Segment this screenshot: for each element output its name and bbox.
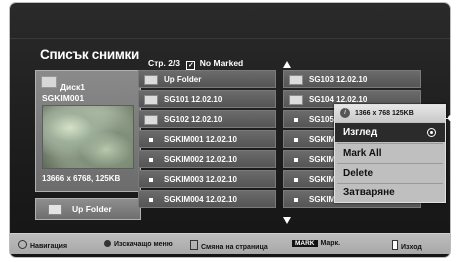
file-label: SG104 12.02.10: [309, 95, 368, 104]
up-folder-button[interactable]: Up Folder: [35, 198, 141, 220]
popup-file-info: i 1366 x 768 125KB: [335, 105, 445, 122]
photo-icon: [294, 118, 298, 122]
page-key-icon: [190, 240, 198, 250]
photo-icon: [149, 198, 153, 202]
callout-dot: [448, 115, 454, 121]
menu-item-mark-all[interactable]: Mark All: [335, 144, 445, 163]
file-cell[interactable]: SG101 12.02.10: [138, 90, 276, 108]
footer-exit: Изход: [392, 240, 422, 251]
menu-item-close[interactable]: Затваряне: [335, 183, 445, 202]
footer-navigation: Навигация: [18, 240, 67, 250]
folder-icon: [289, 95, 303, 105]
file-label: SG101 12.02.10: [164, 95, 223, 104]
drive-name: Диск1: [60, 82, 85, 92]
file-cell[interactable]: SGKIM001 12.02.10: [138, 130, 276, 148]
file-cell-up-folder[interactable]: Up Folder: [138, 70, 276, 88]
page-label: Стр. 2/3: [148, 58, 181, 68]
footer-popup-menu: Изскачащо меню: [104, 240, 173, 248]
radio-selected-icon: [427, 128, 436, 137]
ok-button-icon: [104, 240, 111, 247]
file-cell[interactable]: SGKIM004 12.02.10: [138, 190, 276, 208]
footer-mark-label: Марк.: [320, 240, 341, 247]
context-popup-menu: i 1366 x 768 125KB Изглед Mark All Delet…: [334, 104, 446, 203]
file-label: SG102 12.02.10: [164, 115, 223, 124]
exit-key-icon: [392, 240, 398, 250]
info-icon: i: [340, 108, 350, 118]
file-label: SG103 12.02.10: [309, 75, 368, 84]
footer-help-bar: Навигация Изскачащо меню Смяна на страни…: [10, 233, 450, 254]
photo-icon: [149, 138, 153, 142]
photo-icon: [294, 158, 298, 162]
menu-item-label: Mark All: [343, 148, 382, 159]
file-label: SGKIM003 12.02.10: [164, 175, 237, 184]
menu-item-view[interactable]: Изглед: [335, 123, 445, 142]
up-folder-label: Up Folder: [72, 204, 112, 214]
photo-icon: [294, 178, 298, 182]
preview-panel: Диск1 SGKIM001 13666 x 6768, 125KB: [35, 70, 141, 192]
scroll-down-icon[interactable]: [283, 217, 291, 224]
footer-exit-label: Изход: [401, 244, 422, 251]
file-cell[interactable]: SG103 12.02.10: [283, 70, 421, 88]
marked-label: No Marked: [199, 58, 244, 68]
top-divider: [10, 38, 450, 39]
file-label: SGKIM004 12.02.10: [164, 195, 237, 204]
navigation-icon: [18, 240, 27, 249]
photo-icon: [149, 158, 153, 162]
menu-item-delete[interactable]: Delete: [335, 164, 445, 183]
checkbox-icon: ✓: [186, 61, 196, 70]
file-label: SGKIM002 12.02.10: [164, 155, 237, 164]
menu-item-label: Delete: [343, 168, 374, 179]
folder-icon: [289, 75, 303, 85]
drive-icon: [41, 76, 57, 88]
file-cell[interactable]: SGKIM002 12.02.10: [138, 150, 276, 168]
folder-icon: [144, 115, 158, 125]
file-label: SGKIM001 12.02.10: [164, 135, 237, 144]
footer-navigation-label: Навигация: [30, 243, 68, 250]
file-cell[interactable]: SG102 12.02.10: [138, 110, 276, 128]
page-title: Списък снимки: [40, 47, 139, 62]
up-folder-icon: [48, 204, 62, 215]
menu-item-label: Затваряне: [343, 187, 395, 198]
page-indicator: Стр. 2/3 ✓ No Marked: [148, 58, 243, 70]
footer-popup-label: Изскачащо меню: [114, 241, 173, 248]
preview-filename: SGKIM001: [42, 93, 85, 103]
up-folder-icon: [144, 75, 158, 85]
photo-icon: [294, 138, 298, 142]
preview-info: 13666 x 6768, 125KB: [42, 174, 121, 183]
popup-info-text: 1366 x 768 125KB: [355, 110, 414, 117]
footer-page-change: Смяна на страница: [190, 240, 268, 251]
file-cell[interactable]: SGKIM003 12.02.10: [138, 170, 276, 188]
footer-page-label: Смяна на страница: [201, 244, 268, 251]
photo-icon: [149, 178, 153, 182]
folder-icon: [144, 95, 158, 105]
mark-key-badge: MARK: [292, 240, 318, 247]
photo-icon: [294, 198, 298, 202]
menu-item-label: Изглед: [343, 127, 378, 138]
preview-thumbnail: [42, 105, 134, 169]
footer-mark: MARK Марк.: [292, 240, 340, 247]
file-label: Up Folder: [164, 75, 202, 84]
scroll-up-icon[interactable]: [283, 61, 291, 68]
